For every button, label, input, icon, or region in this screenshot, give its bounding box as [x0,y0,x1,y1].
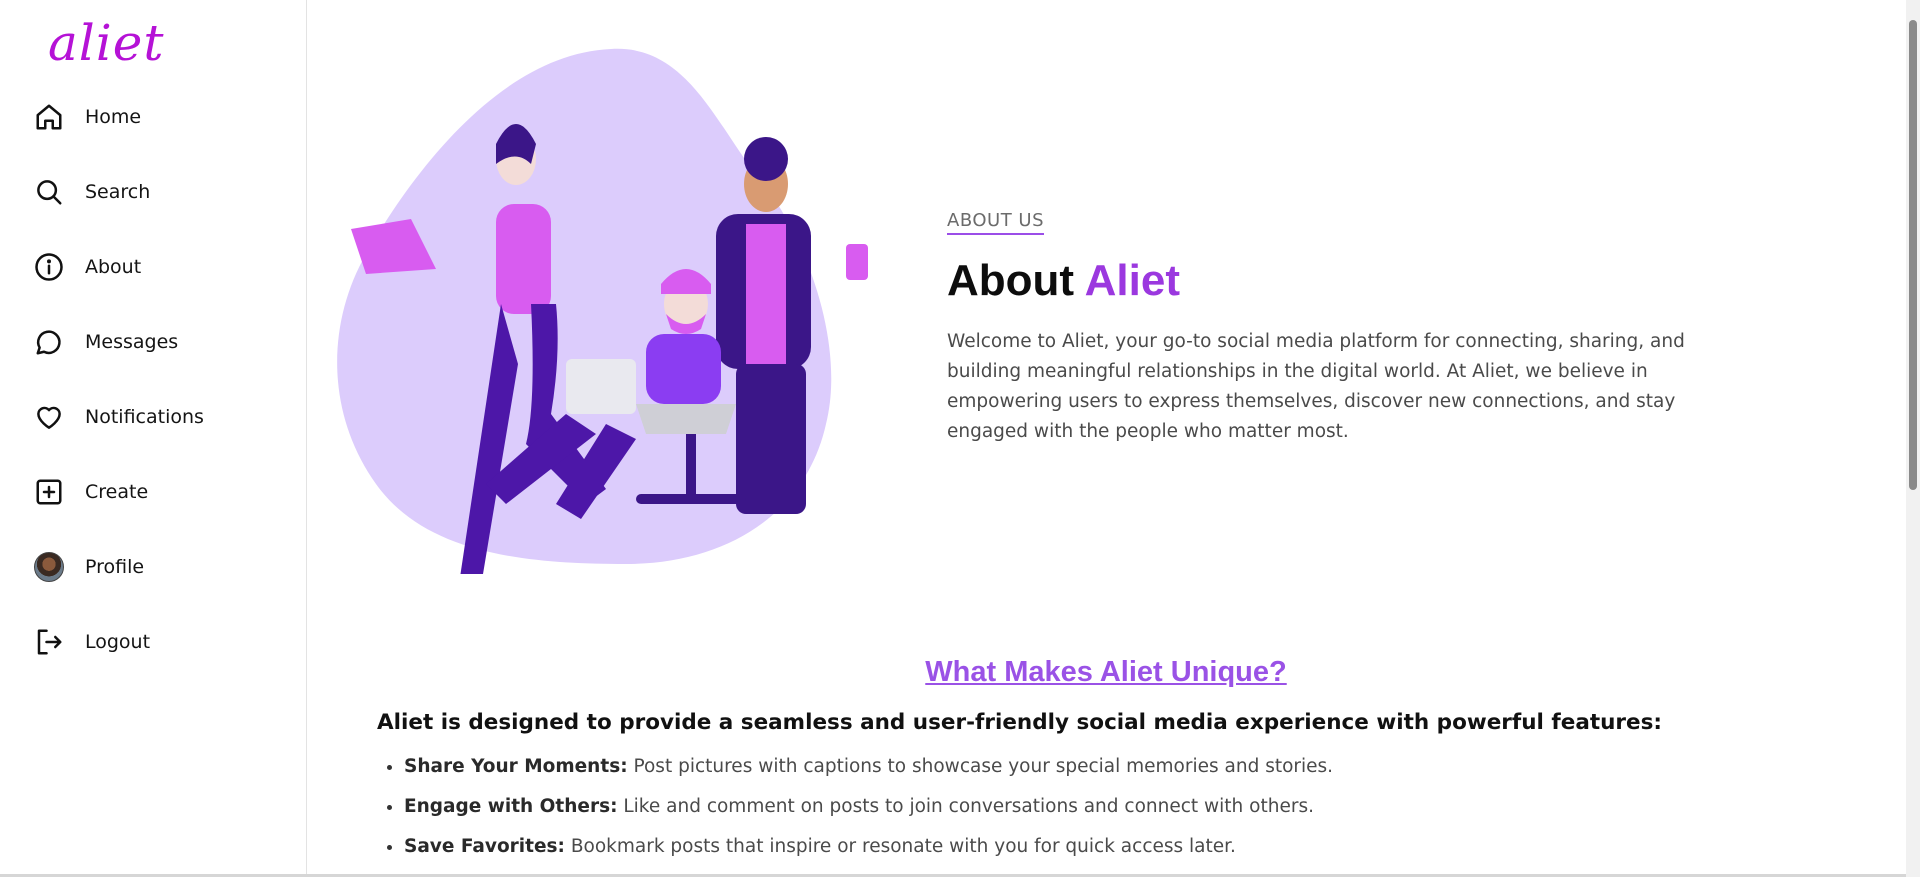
list-item: Save Favorites: Bookmark posts that insp… [404,832,1333,872]
about-description: Welcome to Aliet, your go-to social medi… [947,331,1685,442]
sidebar-item-label: Notifications [85,406,204,428]
heart-icon [34,402,64,432]
scrollbar[interactable] [1906,0,1920,877]
avatar [34,552,64,582]
sidebar-item-messages[interactable]: Messages [34,322,178,362]
feature-text: Post pictures with captions to showcase … [627,756,1334,777]
sidebar-item-label: Search [85,181,151,203]
sidebar-item-label: Create [85,481,149,503]
home-icon [34,102,64,132]
feature-list: Share Your Moments: Post pictures with c… [376,752,1333,872]
sidebar-item-profile[interactable]: Profile [34,547,144,587]
sidebar-item-home[interactable]: Home [34,97,141,137]
unique-heading: What Makes Aliet Unique? [925,656,1287,688]
sidebar-item-label: Messages [85,331,179,353]
list-item: Engage with Others: Like and comment on … [404,792,1333,832]
sidebar-item-label: Logout [85,631,151,653]
about-kicker: ABOUT US [947,210,1045,235]
feature-text: Bookmark posts that inspire or resonate … [564,836,1236,857]
message-icon [34,327,64,357]
sidebar: aliet Home Search About Messages Notific… [0,0,307,877]
feature-title: Engage with Others: [404,796,618,817]
title-accent: Aliet [1084,256,1181,305]
plus-square-icon [34,477,64,507]
sidebar-item-label: About [85,256,142,278]
sidebar-item-notifications[interactable]: Notifications [34,397,204,437]
sidebar-item-about[interactable]: About [34,247,141,287]
team-illustration [337,48,868,574]
sidebar-item-search[interactable]: Search [34,172,150,212]
sidebar-item-label: Home [85,106,142,128]
sidebar-item-logout[interactable]: Logout [34,622,150,662]
list-item: Share Your Moments: Post pictures with c… [404,752,1333,792]
scrollbar-thumb[interactable] [1909,20,1917,490]
page-title: About Aliet [947,256,1180,306]
title-prefix: About [947,256,1075,305]
unique-subheading: Aliet is designed to provide a seamless … [377,710,1663,735]
feature-text: Like and comment on posts to join conver… [617,796,1314,817]
logout-icon [34,627,64,657]
search-icon [34,177,64,207]
sidebar-item-label: Profile [85,556,145,578]
feature-title: Share Your Moments: [404,756,628,777]
sidebar-item-create[interactable]: Create [34,472,148,512]
feature-title: Save Favorites: [404,836,565,857]
app-logo[interactable]: aliet [48,14,164,72]
info-icon [34,252,64,282]
